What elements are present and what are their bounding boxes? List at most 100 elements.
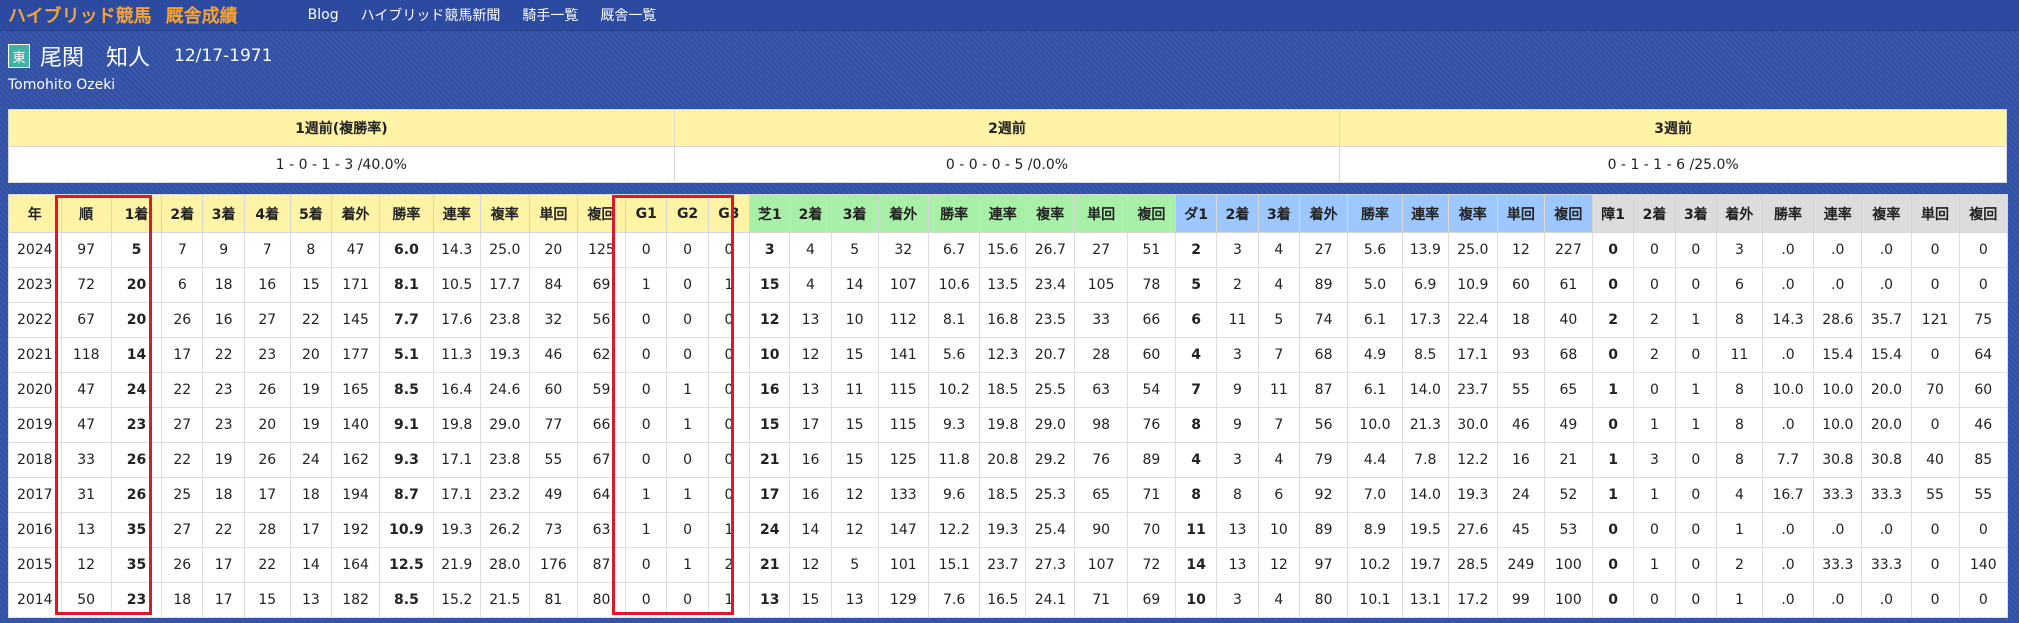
table-row: 2016 13 35 27 22 28 17 192 10.9 19.3 26.2 73 63 1 0 1 24… <box>8 512 2009 548</box>
cell-jump-out: 2 <box>1716 547 1763 583</box>
nav-link-newspaper[interactable]: ハイブリッド競馬新聞 <box>361 5 501 25</box>
cell-turf-place3: 13 <box>830 582 879 618</box>
cell-jump-out: 4 <box>1716 477 1763 513</box>
cell-dirt-show-return: 40 <box>1543 302 1593 338</box>
cell-show-rate: 17.7 <box>479 267 530 303</box>
cell-jump-win1: 0 <box>1591 267 1635 303</box>
cell-year: 2015 <box>8 547 62 583</box>
cell-dirt-place2: 3 <box>1216 582 1259 618</box>
cell-turf-out: 125 <box>877 442 929 478</box>
cell-dirt-out: 97 <box>1299 547 1349 583</box>
col-header-turf-win-return: 単回 <box>1074 194 1128 233</box>
cell-jump-place2: 0 <box>1633 582 1676 618</box>
cell-dirt-win1: 5 <box>1174 267 1218 303</box>
col-header-win-return: 単回 <box>528 194 578 233</box>
region-badge: 東 <box>8 44 30 68</box>
col-header-dirt-out: 着外 <box>1299 194 1349 233</box>
cell-turf-show-rate: 25.4 <box>1025 512 1076 548</box>
cell-jump-place3: 0 <box>1674 547 1718 583</box>
col-header-turf-place3: 3着 <box>830 194 879 233</box>
cell-turf-place3: 5 <box>830 232 879 268</box>
cell-turf-win-return: 90 <box>1074 512 1128 548</box>
cell-win-rate: 7.7 <box>379 302 434 338</box>
cell-rank: 72 <box>60 267 112 303</box>
cell-dirt-win1: 10 <box>1174 582 1218 618</box>
week3-value: 0 - 1 - 1 - 6 /25.0% <box>1339 146 2007 183</box>
cell-year: 2018 <box>8 442 62 478</box>
site-brand[interactable]: ハイブリッド競馬 <box>8 2 152 28</box>
cell-show-rate: 24.6 <box>479 372 530 408</box>
cell-place2: 22 <box>161 372 204 408</box>
cell-jump-show-return: 0 <box>1958 582 2009 618</box>
week3-header: 3週前 <box>1339 109 2007 147</box>
col-header-jump-win1: 障1 <box>1591 194 1635 233</box>
cell-dirt-win1: 2 <box>1174 232 1218 268</box>
cell-jump-show-return: 64 <box>1958 337 2009 373</box>
cell-jump-win-rate: 7.7 <box>1761 442 1815 478</box>
cell-turf-place2: 16 <box>789 442 832 478</box>
cell-show-return: 69 <box>576 267 627 303</box>
cell-turf-show-return: 72 <box>1126 547 1176 583</box>
cell-win-rate: 10.9 <box>379 512 434 548</box>
cell-show-return: 62 <box>576 337 627 373</box>
cell-dirt-show-rate: 28.5 <box>1447 547 1498 583</box>
cell-dirt-place3: 7 <box>1257 407 1301 443</box>
table-row: 2019 47 23 27 23 20 19 140 9.1 19.8 29.0 77 66 0 1 0 15 1… <box>8 407 2009 443</box>
cell-place2: 18 <box>161 582 204 618</box>
cell-dirt-quinella-rate: 14.0 <box>1401 477 1449 513</box>
nav-link-stable-list[interactable]: 厩舎一覧 <box>600 5 656 25</box>
cell-jump-place2: 1 <box>1633 407 1676 443</box>
cell-turf-quinella-rate: 19.8 <box>979 407 1027 443</box>
cell-turf-place2: 17 <box>789 407 832 443</box>
cell-jump-out: 6 <box>1716 267 1763 303</box>
cell-jump-win-return: 55 <box>1910 477 1960 513</box>
cell-dirt-place2: 3 <box>1216 337 1259 373</box>
cell-win-rate: 8.5 <box>379 372 434 408</box>
cell-turf-win-rate: 9.3 <box>927 407 981 443</box>
col-header-quinella-rate: 連率 <box>432 194 481 233</box>
cell-dirt-win1: 4 <box>1174 442 1218 478</box>
cell-jump-place3: 1 <box>1674 372 1718 408</box>
cell-g2: 0 <box>666 442 709 478</box>
cell-turf-out: 112 <box>877 302 929 338</box>
cell-jump-quinella-rate: 10.0 <box>1813 407 1863 443</box>
col-header-turf-show-rate: 複率 <box>1025 194 1076 233</box>
nav-link-jockey-list[interactable]: 騎手一覧 <box>522 5 578 25</box>
cell-jump-win1: 0 <box>1591 337 1635 373</box>
cell-jump-show-rate: .0 <box>1861 582 1912 618</box>
cell-turf-out: 115 <box>877 372 929 408</box>
cell-dirt-out: 27 <box>1299 232 1349 268</box>
cell-g1: 0 <box>625 582 668 618</box>
cell-rank: 31 <box>60 477 112 513</box>
col-header-jump-show-return: 複回 <box>1958 194 2009 233</box>
cell-jump-out: 8 <box>1716 442 1763 478</box>
col-header-place4: 4着 <box>243 194 291 233</box>
cell-dirt-quinella-rate: 6.9 <box>1401 267 1449 303</box>
cell-turf-place3: 12 <box>830 477 879 513</box>
col-header-show-return: 複回 <box>576 194 627 233</box>
cell-jump-place3: 0 <box>1674 477 1718 513</box>
section-title[interactable]: 厩舎成績 <box>166 2 238 28</box>
cell-jump-win-return: 0 <box>1910 407 1960 443</box>
cell-dirt-out: 74 <box>1299 302 1349 338</box>
cell-show-rate: 23.8 <box>479 302 530 338</box>
cell-dirt-win-rate: 10.1 <box>1347 582 1403 618</box>
cell-turf-win1: 3 <box>749 232 791 268</box>
cell-place4: 7 <box>243 232 291 268</box>
cell-turf-win-return: 33 <box>1074 302 1128 338</box>
cell-show-rate: 26.2 <box>479 512 530 548</box>
cell-jump-win-return: 0 <box>1910 547 1960 583</box>
cell-turf-place3: 12 <box>830 512 879 548</box>
cell-jump-win1: 0 <box>1591 512 1635 548</box>
cell-dirt-quinella-rate: 17.3 <box>1401 302 1449 338</box>
cell-g3: 1 <box>707 512 751 548</box>
cell-turf-show-return: 89 <box>1126 442 1176 478</box>
cell-place2: 26 <box>161 302 204 338</box>
cell-place4: 16 <box>243 267 291 303</box>
cell-dirt-quinella-rate: 19.7 <box>1401 547 1449 583</box>
cell-turf-quinella-rate: 18.5 <box>979 372 1027 408</box>
cell-jump-place3: 0 <box>1674 232 1718 268</box>
cell-turf-place2: 12 <box>789 547 832 583</box>
nav-link-blog[interactable]: Blog <box>308 7 339 23</box>
cell-win-rate: 5.1 <box>379 337 434 373</box>
